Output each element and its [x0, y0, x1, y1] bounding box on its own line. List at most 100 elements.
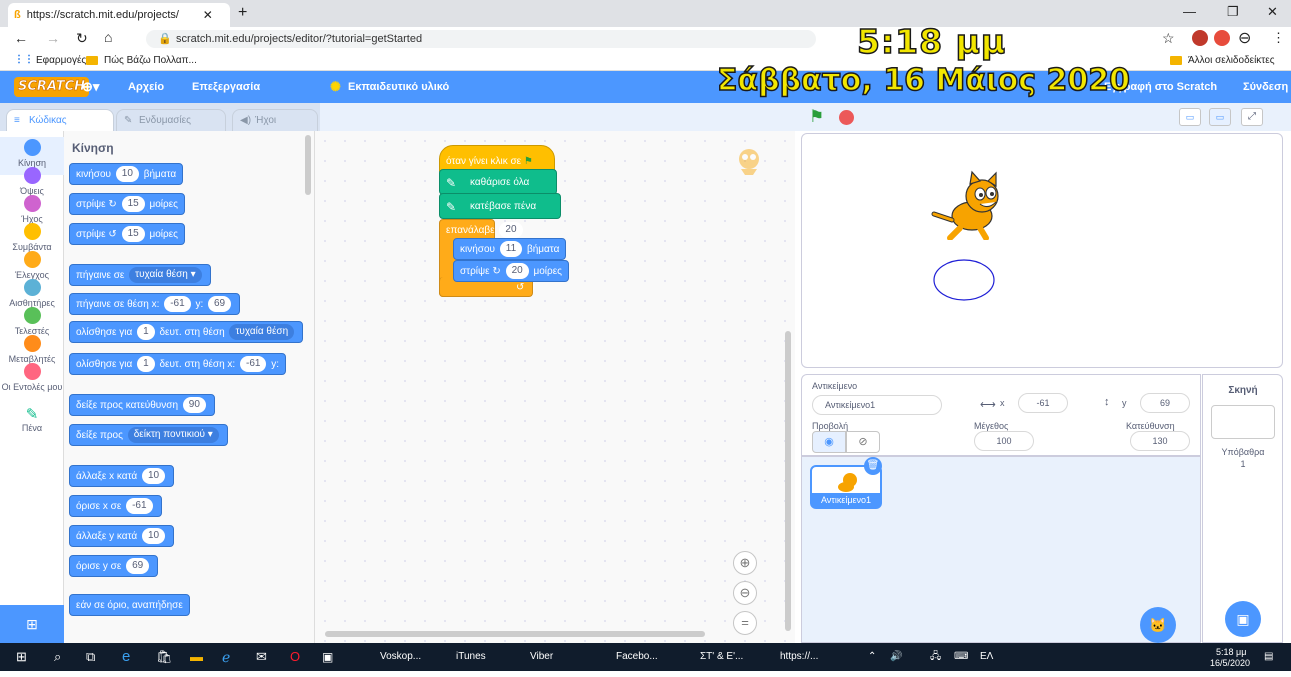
url-input[interactable]: 🔒 scratch.mit.edu/projects/editor/?tutor… [146, 30, 816, 48]
script-clear-block[interactable]: ✎ καθάρισε όλα [439, 169, 557, 195]
apps-icon[interactable]: ⋮⋮ [14, 54, 34, 65]
browser-menu-icon[interactable]: ⋮ [1272, 30, 1285, 46]
block-move[interactable]: κινήσου 10 βήματα [69, 163, 184, 185]
add-extension-button[interactable]: ⊞ [0, 605, 64, 643]
edge-icon[interactable]: e [122, 643, 130, 671]
block-point-towards[interactable]: δείξε προς δείκτη ποντικιού ▾ [69, 424, 228, 446]
block-input[interactable]: 1 [137, 356, 155, 373]
mail-icon[interactable]: ✉ [256, 643, 267, 671]
media-icon[interactable]: ▣ [322, 643, 333, 671]
normal-stage-button[interactable]: ▭ [1209, 108, 1231, 126]
x-input[interactable]: -61 [1018, 393, 1068, 413]
block-input[interactable]: 90 [182, 397, 206, 414]
extension-icon[interactable] [1214, 30, 1230, 46]
script-pen-down-block[interactable]: ✎ κατέβασε πένα [439, 193, 561, 219]
block-goto-xy[interactable]: πήγαινε σε θέση x: -61 y: 69 [69, 293, 241, 315]
extension-icon[interactable] [1192, 30, 1208, 46]
block-input[interactable]: -61 [240, 356, 267, 373]
block-dropdown[interactable]: δείκτη ποντικιού ▾ [127, 427, 219, 444]
other-bookmarks[interactable]: Άλλοι σελιδοδείκτες [1188, 55, 1275, 66]
block-bounce[interactable]: εάν σε όριο, αναπήδησε [69, 594, 190, 616]
windows-start-icon[interactable]: ⊞ [16, 643, 27, 671]
ie-icon[interactable]: ℯ [222, 643, 230, 671]
script-move-block[interactable]: κινήσου 11 βήματα [453, 238, 567, 260]
add-sprite-button[interactable]: 🐱 [1140, 607, 1176, 643]
block-turn-right[interactable]: στρίψε ↻ 15 μοίρες [69, 193, 185, 215]
profile-icon[interactable]: ⊖ [1238, 28, 1251, 48]
stage-canvas[interactable] [801, 133, 1283, 368]
palette-scrollbar[interactable] [305, 135, 311, 195]
store-icon[interactable]: 🛍 [156, 643, 173, 671]
bookmark-apps[interactable]: Εφαρμογές [36, 55, 86, 66]
block-input[interactable]: 20 [505, 263, 529, 280]
minimize-icon[interactable]: — [1183, 4, 1196, 19]
zoom-out-button[interactable]: ⊖ [733, 581, 757, 605]
block-glide-xy[interactable]: ολίσθησε για 1 δευτ. στη θέση x: -61 y: [69, 353, 287, 375]
language-indicator[interactable]: ΕΛ [980, 643, 993, 671]
taskbar-app[interactable]: https://... [780, 643, 818, 671]
category-sound[interactable]: Ήχος [0, 195, 64, 224]
block-input[interactable]: 1 [137, 324, 155, 341]
block-input[interactable]: -61 [164, 296, 191, 313]
category-looks[interactable]: Όψεις [0, 167, 64, 196]
browser-tab[interactable]: ß https://scratch.mit.edu/projects/ ✕ [8, 3, 230, 27]
block-change-y[interactable]: άλλαξε y κατά 10 [69, 525, 175, 547]
size-input[interactable]: 100 [974, 431, 1034, 451]
tab-sounds[interactable]: ◀) Ήχοι [232, 109, 318, 133]
add-backdrop-button[interactable]: ▣ [1225, 601, 1261, 637]
task-view-icon[interactable]: ⧉ [86, 643, 95, 671]
script-turn-block[interactable]: στρίψε ↻ 20 μοίρες [453, 260, 569, 282]
bookmark-item[interactable]: Πώς Βάζω Πολλαπ... [104, 55, 197, 66]
block-input[interactable]: 15 [121, 226, 145, 243]
block-point-direction[interactable]: δείξε προς κατεύθυνση 90 [69, 394, 215, 416]
forward-icon[interactable]: → [46, 30, 60, 46]
category-sensing[interactable]: Αισθητήρες [0, 279, 64, 308]
zoom-in-button[interactable]: ⊕ [733, 551, 757, 575]
category-operators[interactable]: Τελεστές [0, 307, 64, 336]
block-glide[interactable]: ολίσθησε για 1 δευτ. στη θέση τυχαία θέσ… [69, 321, 304, 343]
sign-in-link[interactable]: Σύνδεση [1243, 71, 1288, 103]
scratch-logo[interactable]: SCRATCH [14, 77, 90, 97]
tab-code[interactable]: ≡ Κώδικας [6, 109, 114, 133]
show-visible-button[interactable]: ◉ [812, 431, 846, 453]
tab-costumes[interactable]: ✎ Ενδυμασίες [116, 109, 226, 133]
new-tab-icon[interactable]: + [238, 4, 247, 22]
volume-icon[interactable]: 🔊 [890, 643, 902, 671]
green-flag-icon[interactable]: ⚑ [809, 107, 824, 127]
y-input[interactable]: 69 [1140, 393, 1190, 413]
taskbar-app[interactable]: ΣΤ' & Ε'... [700, 643, 743, 671]
block-turn-left[interactable]: στρίψε ↺ 15 μοίρες [69, 223, 185, 245]
block-set-x[interactable]: όρισε x σε -61 [69, 495, 162, 517]
block-change-x[interactable]: άλλαξε x κατά 10 [69, 465, 175, 487]
show-hidden-button[interactable]: ⊘ [846, 431, 880, 453]
fullscreen-button[interactable]: ⤢ [1241, 108, 1263, 126]
block-set-y[interactable]: όρισε y σε 69 [69, 555, 159, 577]
code-workspace[interactable]: όταν γίνει κλικ σε ⚑ ✎ καθάρισε όλα ✎ κατέ… [315, 131, 795, 643]
block-input[interactable]: 10 [141, 528, 166, 545]
search-icon[interactable]: ⌕ [54, 643, 61, 671]
stage-thumbnail[interactable] [1211, 405, 1275, 439]
taskbar-app[interactable]: Viber [530, 643, 553, 671]
small-stage-button[interactable]: ▭ [1179, 108, 1201, 126]
zoom-reset-button[interactable]: = [733, 611, 757, 635]
menu-tutorials[interactable]: Εκπαιδευτικό υλικό [348, 71, 449, 103]
opera-icon[interactable]: O [290, 643, 300, 671]
restore-icon[interactable]: ❐ [1227, 4, 1239, 20]
block-input[interactable]: 11 [499, 241, 523, 258]
block-input[interactable]: 10 [115, 166, 139, 183]
category-my-blocks[interactable]: Οι Εντολές μου [0, 363, 64, 392]
block-input[interactable]: -61 [126, 498, 153, 515]
sprite-name-input[interactable]: Αντικείμενο1 [812, 395, 942, 415]
stop-icon[interactable] [839, 110, 854, 125]
taskbar-app[interactable]: Facebo... [616, 643, 658, 671]
block-input[interactable]: 69 [208, 296, 232, 313]
code-area-hscrollbar[interactable] [325, 631, 705, 637]
cat-sprite[interactable] [924, 170, 1010, 240]
globe-icon[interactable]: ⊕▾ [82, 71, 99, 103]
back-icon[interactable]: ← [14, 30, 28, 46]
close-tab-icon[interactable]: ✕ [203, 8, 213, 22]
taskbar-app[interactable]: iTunes [456, 643, 486, 671]
reload-icon[interactable]: ↻ [76, 30, 88, 47]
taskbar-app[interactable]: Voskop... [380, 643, 421, 671]
block-input[interactable]: 10 [141, 468, 166, 485]
